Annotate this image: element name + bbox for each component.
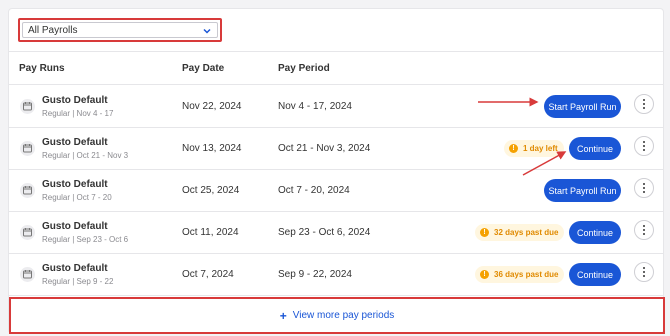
pay-date: Oct 7, 2024 [182, 269, 234, 280]
status-badge: ! 36 days past due [475, 266, 565, 283]
pay-date: Nov 22, 2024 [182, 101, 242, 112]
table-header: Pay Runs Pay Date Pay Period [9, 52, 663, 85]
table-row: Gusto Default Regular | Oct 21 - Nov 3 N… [9, 128, 663, 170]
run-name: Gusto Default [42, 179, 108, 190]
pay-date: Oct 11, 2024 [182, 227, 239, 238]
pay-date: Oct 25, 2024 [182, 185, 240, 196]
more-options-icon[interactable] [634, 220, 654, 240]
payroll-filter-highlight: All Payrolls [18, 18, 222, 42]
warning-icon: ! [480, 228, 489, 237]
continue-button[interactable]: Continue [569, 263, 621, 286]
run-name: Gusto Default [42, 137, 108, 148]
run-name: Gusto Default [42, 95, 108, 106]
payroll-filter-select[interactable]: All Payrolls [22, 22, 218, 38]
calendar-icon [20, 183, 35, 198]
table-row: Gusto Default Regular | Sep 23 - Oct 6 O… [9, 212, 663, 254]
payroll-filter-value: All Payrolls [28, 24, 78, 36]
pay-period: Sep 9 - 22, 2024 [278, 269, 352, 280]
table-row: Gusto Default Regular | Sep 9 - 22 Oct 7… [9, 254, 663, 296]
status-text: 1 day left [523, 144, 558, 153]
pay-date: Nov 13, 2024 [182, 143, 242, 154]
status-badge: ! 32 days past due [475, 224, 565, 241]
run-name: Gusto Default [42, 221, 108, 232]
run-subtitle: Regular | Nov 4 - 17 [42, 109, 114, 118]
start-payroll-run-button[interactable]: Start Payroll Run [544, 179, 621, 202]
pay-period: Nov 4 - 17, 2024 [278, 101, 352, 112]
header-pay-date: Pay Date [182, 63, 225, 74]
run-subtitle: Regular | Oct 7 - 20 [42, 193, 112, 202]
status-text: 32 days past due [494, 228, 559, 237]
pay-period: Sep 23 - Oct 6, 2024 [278, 227, 371, 238]
calendar-icon [20, 225, 35, 240]
plus-icon: + [279, 308, 287, 323]
start-payroll-run-button[interactable]: Start Payroll Run [544, 95, 621, 118]
header-pay-period: Pay Period [278, 63, 330, 74]
filter-bar: All Payrolls [9, 9, 663, 52]
more-options-icon[interactable] [634, 178, 654, 198]
run-subtitle: Regular | Sep 23 - Oct 6 [42, 235, 129, 244]
table-row: Gusto Default Regular | Nov 4 - 17 Nov 2… [9, 86, 663, 128]
payroll-card: All Payrolls Pay Runs Pay Date Pay Perio… [8, 8, 665, 334]
calendar-icon [20, 99, 35, 114]
view-more-label: View more pay periods [292, 310, 395, 321]
calendar-icon [20, 141, 35, 156]
warning-icon: ! [509, 144, 518, 153]
table-row: Gusto Default Regular | Oct 7 - 20 Oct 2… [9, 170, 663, 212]
more-options-icon[interactable] [634, 94, 654, 114]
warning-icon: ! [480, 270, 489, 279]
run-name: Gusto Default [42, 263, 108, 274]
status-badge: ! 1 day left [504, 140, 564, 157]
more-options-icon[interactable] [634, 262, 654, 282]
view-more-highlight: + View more pay periods [9, 297, 665, 334]
continue-button[interactable]: Continue [569, 221, 621, 244]
status-text: 36 days past due [494, 270, 559, 279]
calendar-icon [20, 267, 35, 282]
run-subtitle: Regular | Oct 21 - Nov 3 [42, 151, 129, 160]
header-pay-runs: Pay Runs [19, 63, 65, 74]
pay-period: Oct 7 - 20, 2024 [278, 185, 350, 196]
chevron-down-icon [203, 28, 211, 34]
pay-period: Oct 21 - Nov 3, 2024 [278, 143, 371, 154]
continue-button[interactable]: Continue [569, 137, 621, 160]
more-options-icon[interactable] [634, 136, 654, 156]
view-more-link[interactable]: + View more pay periods [279, 308, 395, 323]
run-subtitle: Regular | Sep 9 - 22 [42, 277, 114, 286]
